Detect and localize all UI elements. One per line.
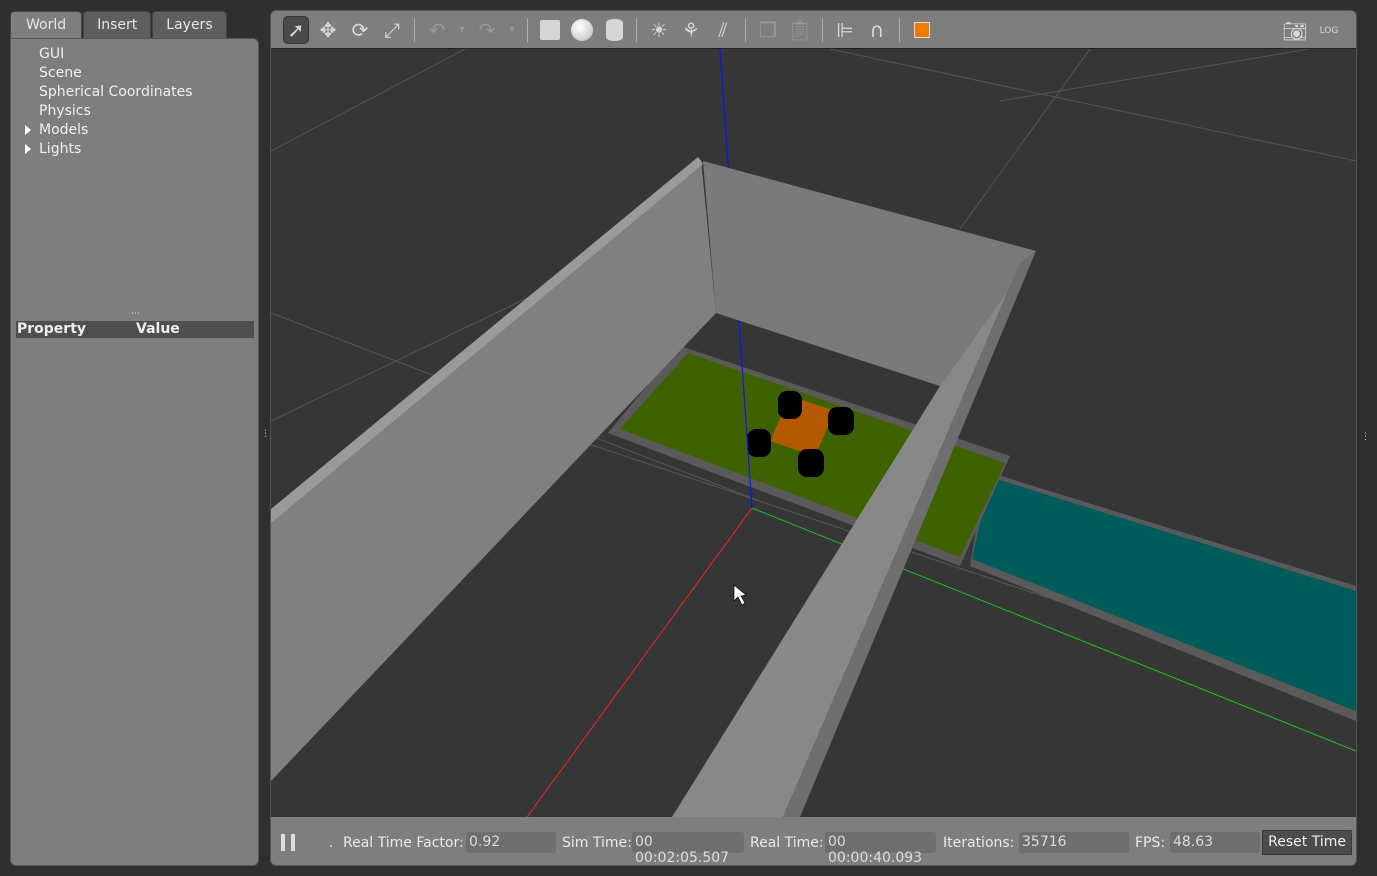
right-tools: 📷︎ LOG — [1282, 17, 1342, 45]
tree-item-lights[interactable]: Lights — [25, 140, 193, 159]
divider — [414, 17, 415, 42]
tree-item-physics[interactable]: Physics — [25, 102, 193, 121]
cylinder-icon[interactable] — [601, 16, 627, 44]
redo-icon[interactable]: ↷ — [474, 16, 500, 44]
property-table-header: Property Value — [16, 321, 254, 338]
undo-icon[interactable]: ↶ — [424, 16, 450, 44]
tree-item-label: Scene — [39, 65, 82, 81]
divider — [822, 17, 823, 42]
expand-arrow-icon[interactable] — [25, 144, 31, 154]
fps-label: FPS: — [1135, 835, 1166, 851]
expand-arrow-icon[interactable] — [25, 125, 31, 135]
spot-light-icon[interactable]: ⚘ — [678, 16, 704, 44]
tree-item-label: Lights — [39, 141, 82, 157]
undo-dropdown-icon[interactable]: ▾ — [456, 16, 468, 44]
directional-light-icon[interactable]: ⫽ — [710, 16, 736, 44]
world-tree: GUI Scene Spherical Coordinates Physics … — [25, 45, 193, 159]
box-icon[interactable] — [537, 16, 563, 44]
tree-item-gui[interactable]: GUI — [25, 45, 193, 64]
magnet-snap-icon[interactable]: ∩ — [864, 16, 890, 44]
status-dot: . — [329, 835, 334, 851]
real-time-field: 00 00:00:40.093 — [825, 832, 936, 865]
fps-field: 48.63 — [1170, 832, 1260, 853]
tree-item-label: Physics — [39, 103, 91, 119]
iterations-label: Iterations: — [943, 835, 1015, 851]
view-angle-icon[interactable] — [909, 16, 935, 44]
real-time-label: Real Time: — [750, 835, 824, 851]
reset-time-button[interactable]: Reset Time — [1262, 830, 1352, 855]
divider — [745, 17, 746, 42]
rotate-icon[interactable]: ⟳ — [347, 16, 373, 44]
left-tabs: World Insert Layers — [10, 11, 228, 40]
world-panel: GUI Scene Spherical Coordinates Physics … — [10, 38, 259, 866]
pause-icon[interactable] — [281, 834, 295, 851]
copy-icon[interactable]: ❐ — [755, 16, 781, 44]
3d-view-panel: ➚ ✥ ⟳ ⤢ ↶ ▾ ↷ ▾ ☀ ⚘ ⫽ ❐ 📋︎ ⊫ ∩ 📷︎ LOG . … — [270, 10, 1357, 866]
real-time-factor-label: Real Time Factor: — [343, 835, 464, 851]
tree-item-label: Spherical Coordinates — [39, 84, 193, 100]
column-value: Value — [136, 321, 180, 337]
screenshot-camera-icon[interactable]: 📷︎ — [1282, 17, 1308, 45]
left-panel-resize-handle[interactable]: ⋮ — [261, 430, 270, 439]
align-icon[interactable]: ⊫ — [832, 16, 858, 44]
sim-time-field: 00 00:02:05.507 — [632, 832, 744, 865]
tree-item-label: Models — [39, 122, 89, 138]
translate-icon[interactable]: ✥ — [315, 16, 341, 44]
divider — [636, 17, 637, 42]
tab-insert[interactable]: Insert — [83, 11, 152, 38]
divider — [899, 17, 900, 42]
paste-icon[interactable]: 📋︎ — [787, 16, 813, 44]
scale-icon[interactable]: ⤢ — [379, 16, 405, 44]
select-arrow-icon[interactable]: ➚ — [283, 15, 309, 44]
redo-dropdown-icon[interactable]: ▾ — [506, 16, 518, 44]
sphere-icon[interactable] — [569, 16, 595, 44]
iterations-field: 35716 — [1019, 832, 1129, 853]
splitter-handle[interactable]: ⋯ — [131, 309, 140, 319]
real-time-factor-field: 0.92 — [466, 832, 556, 853]
tree-item-label: GUI — [39, 46, 65, 62]
tree-item-models[interactable]: Models — [25, 121, 193, 140]
tree-item-scene[interactable]: Scene — [25, 64, 193, 83]
column-property: Property — [17, 321, 87, 337]
toolbar: ➚ ✥ ⟳ ⤢ ↶ ▾ ↷ ▾ ☀ ⚘ ⫽ ❐ 📋︎ ⊫ ∩ 📷︎ LOG — [271, 11, 1356, 49]
log-icon[interactable]: LOG — [1316, 17, 1342, 45]
right-panel-resize-handle[interactable]: ⋮ — [1361, 432, 1370, 442]
tab-layers[interactable]: Layers — [152, 11, 227, 38]
status-bar: . Real Time Factor: 0.92 Sim Time: 00 00… — [271, 817, 1356, 865]
divider — [527, 17, 528, 42]
tree-item-spherical-coordinates[interactable]: Spherical Coordinates — [25, 83, 193, 102]
tab-world[interactable]: World — [10, 11, 83, 40]
point-light-icon[interactable]: ☀ — [646, 16, 672, 44]
3d-viewport[interactable] — [271, 49, 1356, 817]
sim-time-label: Sim Time: — [562, 835, 632, 851]
